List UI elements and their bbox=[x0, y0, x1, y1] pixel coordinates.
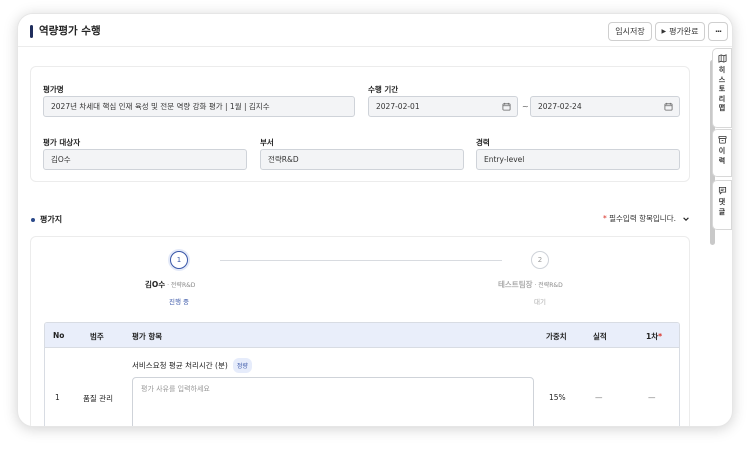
app-window: 역량평가 수행 임시저장 ▶ 평가완료 ··· 평가명 2027년 차세대 핵심… bbox=[17, 13, 733, 427]
section-bullet bbox=[31, 218, 35, 222]
step-2-status: 대기 bbox=[534, 298, 546, 306]
step-1-person: 김O수 bbox=[145, 280, 166, 289]
step-2-name: 테스트팀장 · 전략R&D bbox=[498, 279, 563, 290]
reason-placeholder: 평가 사유를 입력하세요 bbox=[141, 385, 210, 393]
required-text: 필수입력 항목입니다. bbox=[609, 214, 676, 223]
period-separator: ~ bbox=[522, 102, 529, 111]
step-2-dept: · 전략R&D bbox=[532, 282, 563, 289]
row-category: 품질 관리 bbox=[83, 394, 113, 403]
period-end-field[interactable]: 2027-02-24 bbox=[530, 96, 680, 117]
career-field: Entry-level bbox=[476, 149, 680, 170]
row-no: 1 bbox=[55, 393, 60, 402]
step-1-dept: · 전략R&D bbox=[165, 282, 196, 289]
table-header: No 범주 평가 항목 가중치 실적 1차* bbox=[45, 323, 679, 348]
eval-name-field: 2027년 차세대 핵심 인재 육성 및 전문 역량 강화 평가 | 1월 | … bbox=[43, 96, 355, 117]
row-first-score[interactable]: — bbox=[648, 393, 656, 402]
step-1-indicator: 1 bbox=[170, 251, 188, 269]
side-tab-history-label: 이력 bbox=[718, 147, 726, 165]
more-options-button[interactable]: ··· bbox=[708, 22, 728, 41]
side-tab-history-map-label: 히스토리맵 bbox=[718, 66, 726, 112]
career-label: 경력 bbox=[476, 138, 490, 147]
quantitative-badge: 정량 bbox=[232, 358, 252, 373]
section-title: 평가지 bbox=[40, 215, 63, 224]
calendar-icon[interactable] bbox=[664, 102, 673, 111]
step-2-number: 2 bbox=[537, 256, 543, 264]
required-star: * bbox=[602, 214, 607, 223]
career-value: Entry-level bbox=[484, 155, 525, 164]
period-start-value: 2027-02-01 bbox=[376, 102, 420, 111]
period-end-value: 2027-02-24 bbox=[538, 102, 582, 111]
side-tab-history-map[interactable]: 히스토리맵 bbox=[712, 48, 732, 128]
complete-evaluation-button[interactable]: ▶ 평가완료 bbox=[655, 22, 705, 41]
target-field: 김O수 bbox=[43, 149, 247, 170]
archive-icon bbox=[717, 135, 727, 144]
comment-icon bbox=[718, 186, 726, 195]
save-draft-label: 임시저장 bbox=[615, 27, 645, 36]
period-start-field[interactable]: 2027-02-01 bbox=[368, 96, 518, 117]
complete-evaluation-label: 평가완료 bbox=[669, 27, 699, 36]
col-category: 범주 bbox=[90, 332, 104, 341]
col-first-required: * bbox=[658, 332, 663, 341]
chevron-down-icon[interactable] bbox=[682, 215, 690, 223]
step-2-indicator: 2 bbox=[531, 251, 549, 269]
row-item-title: 서비스요청 평균 처리시간 (분) 정량 bbox=[132, 358, 252, 373]
play-icon: ▶ bbox=[661, 28, 667, 35]
col-first-label: 1차 bbox=[646, 332, 659, 341]
col-first: 1차* bbox=[646, 331, 662, 342]
step-1-status: 진행 중 bbox=[169, 298, 190, 306]
target-value: 김O수 bbox=[51, 155, 71, 164]
row-item-text: 서비스요청 평균 처리시간 (분) bbox=[132, 361, 228, 370]
col-weight: 가중치 bbox=[546, 332, 567, 341]
side-tab-comment-label: 댓글 bbox=[718, 198, 726, 216]
step-1-name: 김O수 · 전략R&D bbox=[145, 279, 195, 290]
calendar-icon[interactable] bbox=[502, 102, 511, 111]
target-label: 평가 대상자 bbox=[43, 138, 81, 147]
save-draft-button[interactable]: 임시저장 bbox=[608, 22, 652, 41]
side-tab-history[interactable]: 이력 bbox=[712, 129, 732, 177]
more-icon: ··· bbox=[714, 27, 722, 36]
step-2-person: 테스트팀장 bbox=[498, 280, 533, 289]
evaluation-sheet-panel: 1 김O수 · 전략R&D 진행 중 2 테스트팀장 · 전략R&D 대기 No… bbox=[30, 236, 690, 426]
dept-value: 전략R&D bbox=[268, 155, 299, 164]
page-title: 역량평가 수행 bbox=[39, 25, 101, 37]
evaluation-info-card: 평가명 2027년 차세대 핵심 인재 육성 및 전문 역량 강화 평가 | 1… bbox=[30, 66, 690, 182]
col-item: 평가 항목 bbox=[132, 332, 163, 341]
evaluation-table: No 범주 평가 항목 가중치 실적 1차* 1 품질 관리 서비스요청 평균 … bbox=[44, 322, 680, 426]
map-icon bbox=[717, 54, 727, 63]
dept-label: 부서 bbox=[260, 138, 274, 147]
required-notice[interactable]: * 필수입력 항목입니다. bbox=[603, 213, 690, 224]
row-actual: — bbox=[595, 393, 603, 402]
eval-name-label: 평가명 bbox=[43, 85, 64, 94]
step-connector bbox=[220, 260, 502, 261]
side-tab-comment[interactable]: 댓글 bbox=[712, 180, 732, 230]
step-1-number: 1 bbox=[176, 256, 182, 264]
eval-name-value: 2027년 차세대 핵심 인재 육성 및 전문 역량 강화 평가 | 1월 | … bbox=[51, 102, 270, 111]
title-accent-bar bbox=[30, 25, 33, 38]
col-actual: 실적 bbox=[593, 332, 607, 341]
reason-textarea[interactable]: 평가 사유를 입력하세요 bbox=[132, 377, 534, 426]
page-header: 역량평가 수행 임시저장 ▶ 평가완료 ··· bbox=[18, 14, 732, 47]
row-weight: 15% bbox=[549, 393, 566, 402]
dept-field: 전략R&D bbox=[260, 149, 464, 170]
period-label: 수행 기간 bbox=[368, 85, 399, 94]
col-no: No bbox=[53, 331, 65, 340]
main-content: 평가명 2027년 차세대 핵심 인재 육성 및 전문 역량 강화 평가 | 1… bbox=[28, 60, 702, 426]
